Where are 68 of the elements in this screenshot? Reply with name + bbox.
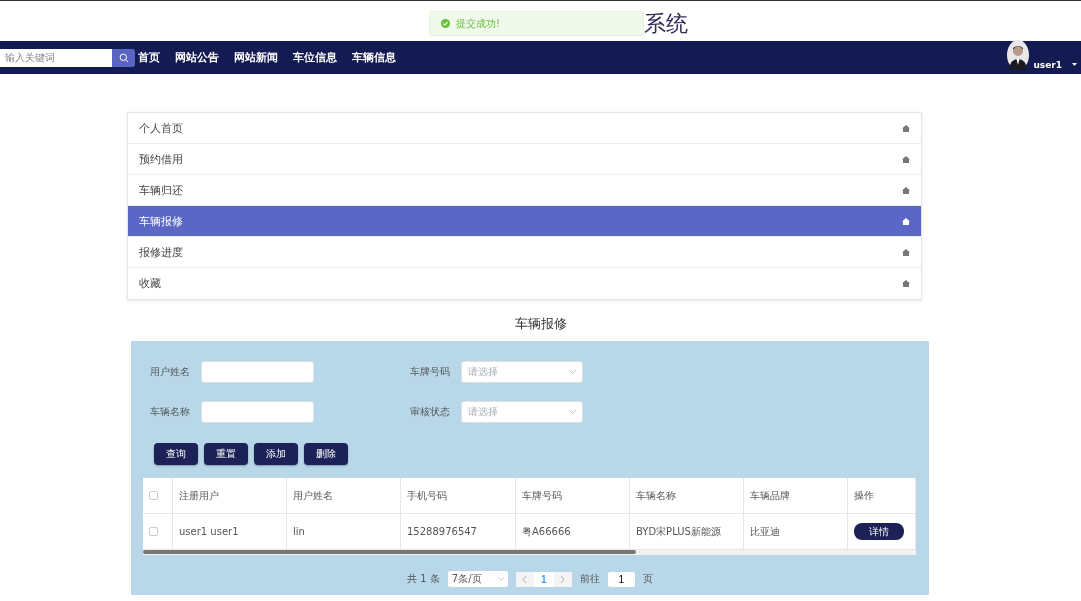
goto-suffix: 页 <box>642 572 653 586</box>
field-label: 审核状态 <box>410 405 451 419</box>
chevron-down-icon <box>497 577 504 581</box>
menu-item[interactable]: 个人首页 <box>128 113 921 144</box>
table-cell: 比亚迪 <box>744 514 848 549</box>
chevron-right-icon <box>560 575 566 583</box>
menu-item[interactable]: 车辆报修 <box>128 206 921 237</box>
column-header: 车辆名称 <box>630 478 744 513</box>
input-field[interactable] <box>201 361 314 383</box>
total-count: 共 1 条 <box>407 572 440 586</box>
home-icon <box>902 155 910 163</box>
nav-link[interactable]: 网站新闻 <box>234 50 278 65</box>
menu-item[interactable]: 报修进度 <box>128 237 921 268</box>
home-icon <box>902 186 910 194</box>
home-icon <box>902 124 910 132</box>
action-button[interactable]: 查询 <box>154 443 198 465</box>
search-field[interactable]: 输入关键词 <box>0 48 112 67</box>
field-label: 车辆名称 <box>150 405 191 419</box>
menu-item[interactable]: 收藏 <box>128 268 921 299</box>
table-cell: lin <box>287 514 401 549</box>
scrollbar-thumb[interactable] <box>143 550 636 554</box>
action-button[interactable]: 删除 <box>304 443 348 465</box>
search-button[interactable] <box>112 48 135 67</box>
nav-link[interactable]: 车位信息 <box>293 50 337 65</box>
select-placeholder: 请选择 <box>468 365 498 379</box>
nav-link[interactable]: 网站公告 <box>175 50 219 65</box>
select-placeholder: 请选择 <box>468 405 498 419</box>
nav-link[interactable]: 车辆信息 <box>352 50 396 65</box>
check-circle-icon <box>441 19 450 28</box>
column-header: 车牌号码 <box>516 478 630 513</box>
toast-message: 提交成功! <box>456 16 500 31</box>
input-field[interactable] <box>201 401 314 423</box>
action-button[interactable]: 重置 <box>204 443 248 465</box>
search-icon <box>118 52 129 63</box>
field-label: 车牌号码 <box>410 365 451 379</box>
goto-label: 前往 <box>579 572 600 586</box>
select-all-checkbox[interactable] <box>149 491 158 500</box>
next-page-button[interactable] <box>553 571 572 587</box>
row-checkbox[interactable] <box>149 527 158 536</box>
column-header: 操作 <box>848 478 916 513</box>
chevron-left-icon <box>522 575 528 583</box>
column-header: 手机号码 <box>401 478 516 513</box>
detail-button[interactable]: 详情 <box>854 523 904 540</box>
user-name[interactable]: user1 <box>1033 60 1062 70</box>
site-title: 系统 <box>643 10 688 38</box>
table-cell: 15288976547 <box>401 514 516 549</box>
home-icon <box>902 248 910 256</box>
table-cell: 粤A66666 <box>516 514 630 549</box>
field-label: 用户姓名 <box>150 365 191 379</box>
chevron-down-icon <box>569 370 576 374</box>
table-cell: user1 user1 <box>173 514 287 549</box>
column-header: 注册用户 <box>173 478 287 513</box>
avatar[interactable] <box>1007 40 1030 70</box>
section-title: 车辆报修 <box>514 316 567 331</box>
chevron-down-icon <box>569 410 576 414</box>
goto-page-field[interactable]: 1 <box>607 571 635 587</box>
menu-item[interactable]: 车辆归还 <box>128 175 921 206</box>
column-header: 车辆品牌 <box>744 478 848 513</box>
page-size-select[interactable]: 7条/页 <box>447 571 508 587</box>
prev-page-button[interactable] <box>515 571 534 587</box>
table-cell: BYD宋PLUS新能源 <box>630 514 744 549</box>
home-icon <box>902 217 910 225</box>
nav-link[interactable]: 首页 <box>138 50 160 65</box>
caret-down-icon[interactable] <box>1072 63 1077 66</box>
column-header: 用户姓名 <box>287 478 401 513</box>
action-button[interactable]: 添加 <box>254 443 298 465</box>
home-icon <box>902 280 910 287</box>
menu-item[interactable]: 预约借用 <box>128 144 921 175</box>
